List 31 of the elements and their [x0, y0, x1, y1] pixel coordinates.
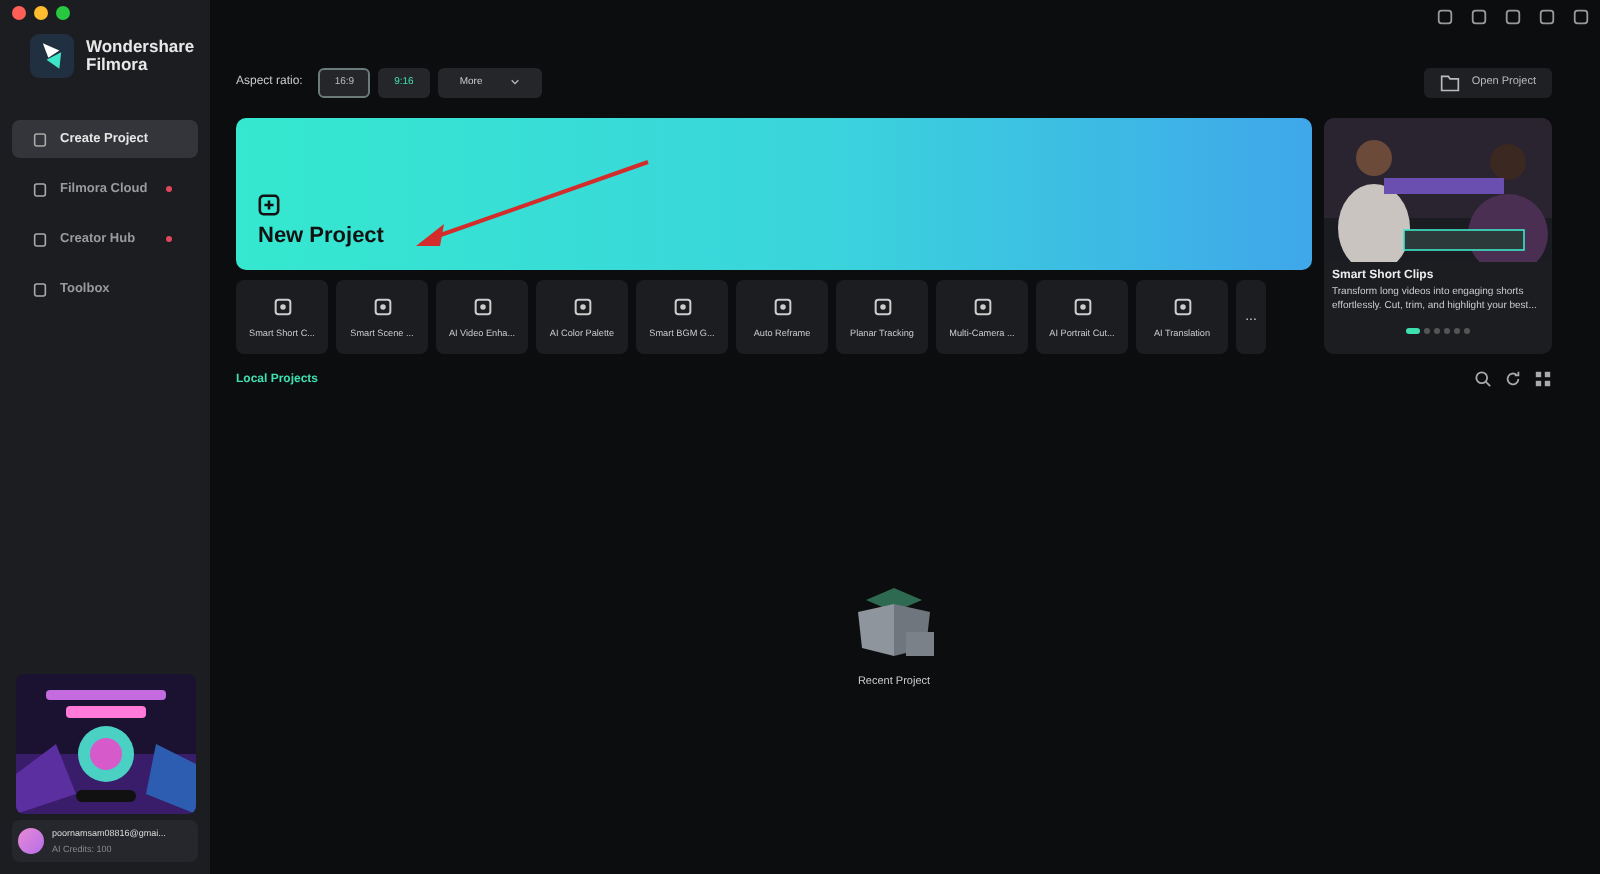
carousel-dot[interactable]: [1424, 327, 1430, 333]
add-icon: [258, 194, 280, 216]
tool-icon: [671, 296, 693, 318]
refresh-icon[interactable]: [1504, 370, 1522, 388]
carousel-dot[interactable]: [1454, 327, 1460, 333]
new-project-card[interactable]: New Project: [236, 118, 1312, 270]
tool-icon: [271, 296, 293, 318]
tool-icon: [471, 296, 493, 318]
app-name: Wondershare: [86, 38, 195, 56]
app-name: Filmora: [86, 56, 150, 74]
caret-icon: [510, 78, 521, 86]
carousel-dot[interactable]: [1444, 327, 1450, 333]
minimize-button[interactable]: [34, 6, 48, 20]
zoom-button[interactable]: [56, 6, 70, 20]
carousel-dot[interactable]: [1464, 327, 1470, 333]
app-logo-icon: [30, 34, 74, 78]
carousel-dot[interactable]: [1434, 327, 1440, 333]
notification-dot: [166, 236, 172, 242]
tool-icon: [571, 296, 593, 318]
search-icon[interactable]: [1474, 370, 1492, 388]
avatar: [18, 828, 44, 854]
tool-icon: [771, 296, 793, 318]
close-button[interactable]: [12, 6, 26, 20]
folder-icon: [1439, 73, 1460, 91]
tool-icon: [371, 296, 393, 318]
tool-icon: [871, 296, 893, 318]
tool-icon: [971, 296, 993, 318]
tool-icon: [1171, 296, 1193, 318]
grid-view-icon[interactable]: [1534, 370, 1552, 388]
tool-icon: [1071, 296, 1093, 318]
notification-dot: [166, 186, 172, 192]
